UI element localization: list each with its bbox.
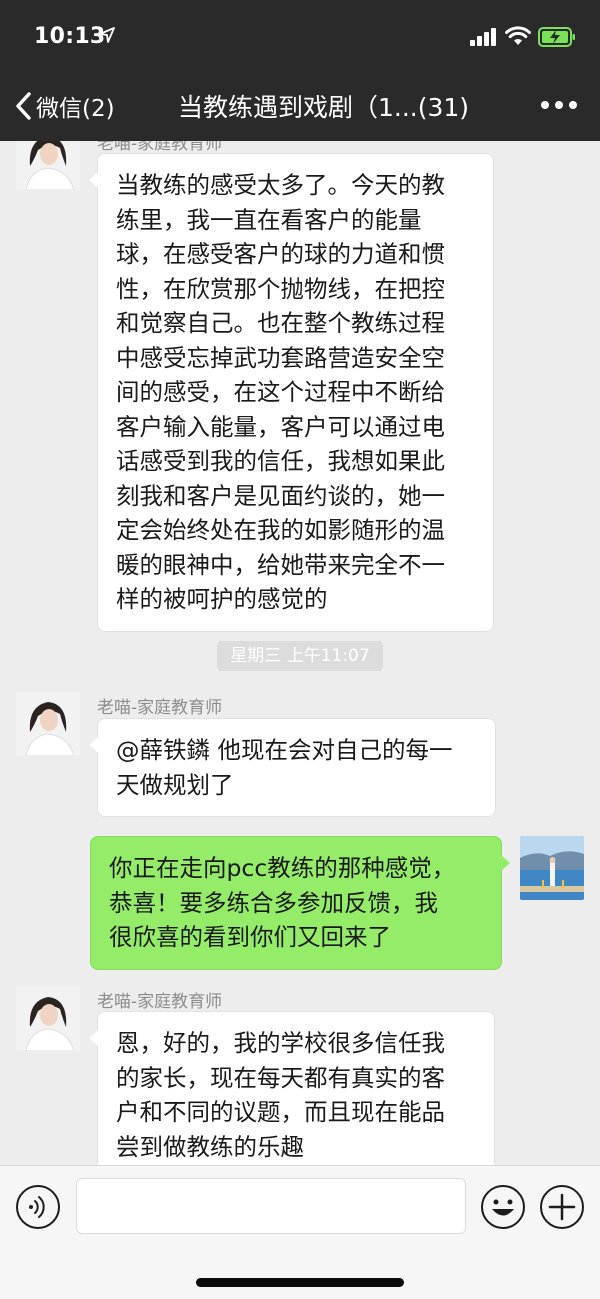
status-time: 10:13 bbox=[34, 24, 106, 49]
back-label: 微信(2) bbox=[36, 96, 115, 122]
avatar-photo bbox=[520, 836, 584, 900]
back-button[interactable]: 微信(2) bbox=[14, 86, 115, 126]
home-indicator[interactable] bbox=[196, 1278, 404, 1287]
sender-name: 老喵-家庭教育师 bbox=[97, 992, 223, 1012]
timestamp: 星期三 上午11:07 bbox=[217, 641, 383, 671]
more-dots-icon[interactable] bbox=[540, 100, 578, 110]
message-bubble-own[interactable]: 你正在走向pcc教练的那种感觉， 恭喜！要多练合多参加反馈，我 很欣喜的看到你们… bbox=[90, 836, 510, 970]
chevron-left-icon bbox=[16, 92, 31, 120]
avatar-photo bbox=[16, 692, 80, 756]
message-bubble[interactable]: @薛铁鏻 他现在会对自己的每一 天做规划了 bbox=[89, 718, 496, 817]
message-bubble[interactable]: 当教练的感受太多了。今天的教 练里，我一直在看客户的能量 球，在感受客户的球的力… bbox=[89, 153, 494, 632]
avatar-photo bbox=[16, 987, 80, 1051]
avatar[interactable] bbox=[16, 987, 80, 1051]
own-avatar[interactable] bbox=[520, 836, 584, 900]
input-bar bbox=[0, 1165, 600, 1299]
avatar[interactable] bbox=[16, 141, 80, 190]
battery-charging-icon bbox=[538, 27, 575, 47]
message-bubble[interactable]: 恩，好的，我的学校很多信任我 的家长，现在每天都有真实的客 户和不同的议题，而且… bbox=[89, 1011, 495, 1165]
cellular-signal-icon bbox=[470, 28, 496, 46]
chat-title: 当教练遇到戏剧（1...(31) bbox=[178, 93, 470, 122]
sender-name: 老喵-家庭教育师 bbox=[97, 698, 223, 718]
location-arrow-icon bbox=[99, 27, 115, 43]
chat-header: 10:13 微信(2) 当教练遇到戏剧（1...(31) bbox=[0, 0, 600, 141]
wifi-icon bbox=[505, 26, 531, 45]
message-list[interactable]: 老喵-家庭教育师 当教练的感受太多了。今天的教 练里，我一直在看客户的能量 球，… bbox=[0, 141, 600, 1165]
message-input[interactable] bbox=[76, 1178, 466, 1234]
plus-icon[interactable] bbox=[539, 1184, 585, 1230]
emoji-icon[interactable] bbox=[480, 1184, 526, 1230]
avatar[interactable] bbox=[16, 692, 80, 756]
avatar-photo bbox=[16, 141, 80, 190]
voice-icon[interactable] bbox=[15, 1184, 61, 1230]
